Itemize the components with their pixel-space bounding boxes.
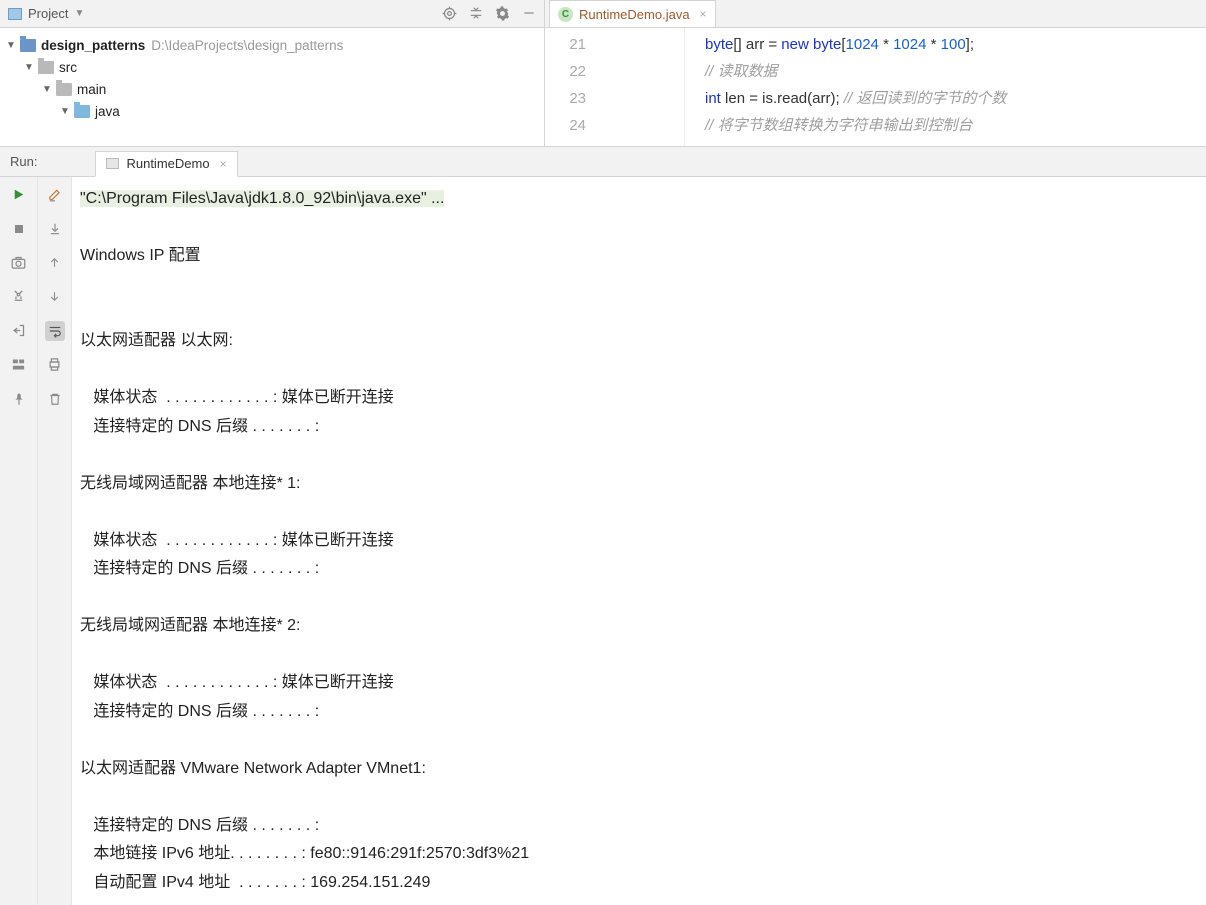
project-label[interactable]: Project	[28, 6, 68, 21]
stop-button[interactable]	[9, 219, 29, 239]
tab-label: RuntimeDemo.java	[579, 7, 690, 22]
camera-icon[interactable]	[9, 253, 29, 273]
down-stack-icon[interactable]	[45, 219, 65, 239]
line-gutter: 21222324	[545, 28, 685, 146]
project-header: Project ▼	[0, 0, 544, 28]
project-icon	[8, 8, 22, 20]
run-tab-label: RuntimeDemo	[126, 156, 209, 171]
run-toolbar-left	[0, 177, 38, 905]
run-panel: Run: RuntimeDemo ×	[0, 147, 1206, 905]
run-tab[interactable]: RuntimeDemo ×	[95, 151, 237, 177]
tree-java[interactable]: ▼ java	[0, 100, 544, 122]
close-icon[interactable]: ×	[220, 157, 227, 171]
edit-icon[interactable]	[45, 185, 65, 205]
run-label: Run:	[0, 154, 47, 169]
soft-wrap-icon[interactable]	[45, 321, 65, 341]
gear-icon[interactable]	[495, 6, 510, 21]
run-config-icon	[106, 158, 119, 169]
tree-label: java	[95, 104, 120, 119]
close-icon[interactable]: ×	[700, 7, 707, 21]
project-pane: Project ▼ ▼ design_patterns D:\IdeaProje…	[0, 0, 545, 146]
tab-runtimedemo[interactable]: C RuntimeDemo.java ×	[549, 0, 716, 27]
folder-icon	[74, 105, 90, 118]
run-toolbar-console	[38, 177, 72, 905]
chevron-down-icon[interactable]: ▼	[58, 106, 72, 117]
chevron-down-icon[interactable]: ▼	[40, 84, 54, 95]
target-icon[interactable]	[442, 6, 457, 21]
debug-icon[interactable]	[9, 287, 29, 307]
up-arrow-icon[interactable]	[45, 253, 65, 273]
tree-main[interactable]: ▼ main	[0, 78, 544, 100]
pin-icon[interactable]	[9, 389, 29, 409]
down-arrow-icon[interactable]	[45, 287, 65, 307]
code-area[interactable]: byte[] arr = new byte[1024 * 1024 * 100]…	[685, 28, 1206, 146]
rerun-button[interactable]	[9, 185, 29, 205]
code-editor[interactable]: 21222324 byte[] arr = new byte[1024 * 10…	[545, 28, 1206, 146]
java-class-icon: C	[558, 7, 573, 22]
folder-icon	[56, 83, 72, 96]
tree-src[interactable]: ▼ src	[0, 56, 544, 78]
folder-icon	[38, 61, 54, 74]
folder-icon	[20, 39, 36, 52]
exit-icon[interactable]	[9, 321, 29, 341]
console-output[interactable]: "C:\Program Files\Java\jdk1.8.0_92\bin\j…	[72, 177, 1206, 905]
tree-label: src	[59, 60, 77, 75]
console-command: "C:\Program Files\Java\jdk1.8.0_92\bin\j…	[80, 190, 444, 207]
chevron-down-icon[interactable]: ▼	[4, 40, 18, 51]
tree-root[interactable]: ▼ design_patterns D:\IdeaProjects\design…	[0, 34, 544, 56]
chevron-down-icon[interactable]: ▼	[22, 62, 36, 73]
tree-root-path: D:\IdeaProjects\design_patterns	[151, 38, 343, 53]
editor-pane: C RuntimeDemo.java × 21222324 byte[] arr…	[545, 0, 1206, 146]
print-icon[interactable]	[45, 355, 65, 375]
project-tree[interactable]: ▼ design_patterns D:\IdeaProjects\design…	[0, 28, 544, 128]
collapse-icon[interactable]	[469, 6, 483, 21]
minimize-icon[interactable]	[522, 6, 536, 21]
chevron-down-icon[interactable]: ▼	[74, 8, 84, 19]
editor-tabs: C RuntimeDemo.java ×	[545, 0, 1206, 28]
tree-root-name: design_patterns	[41, 38, 145, 53]
trash-icon[interactable]	[45, 389, 65, 409]
tree-label: main	[77, 82, 106, 97]
layout-icon[interactable]	[9, 355, 29, 375]
